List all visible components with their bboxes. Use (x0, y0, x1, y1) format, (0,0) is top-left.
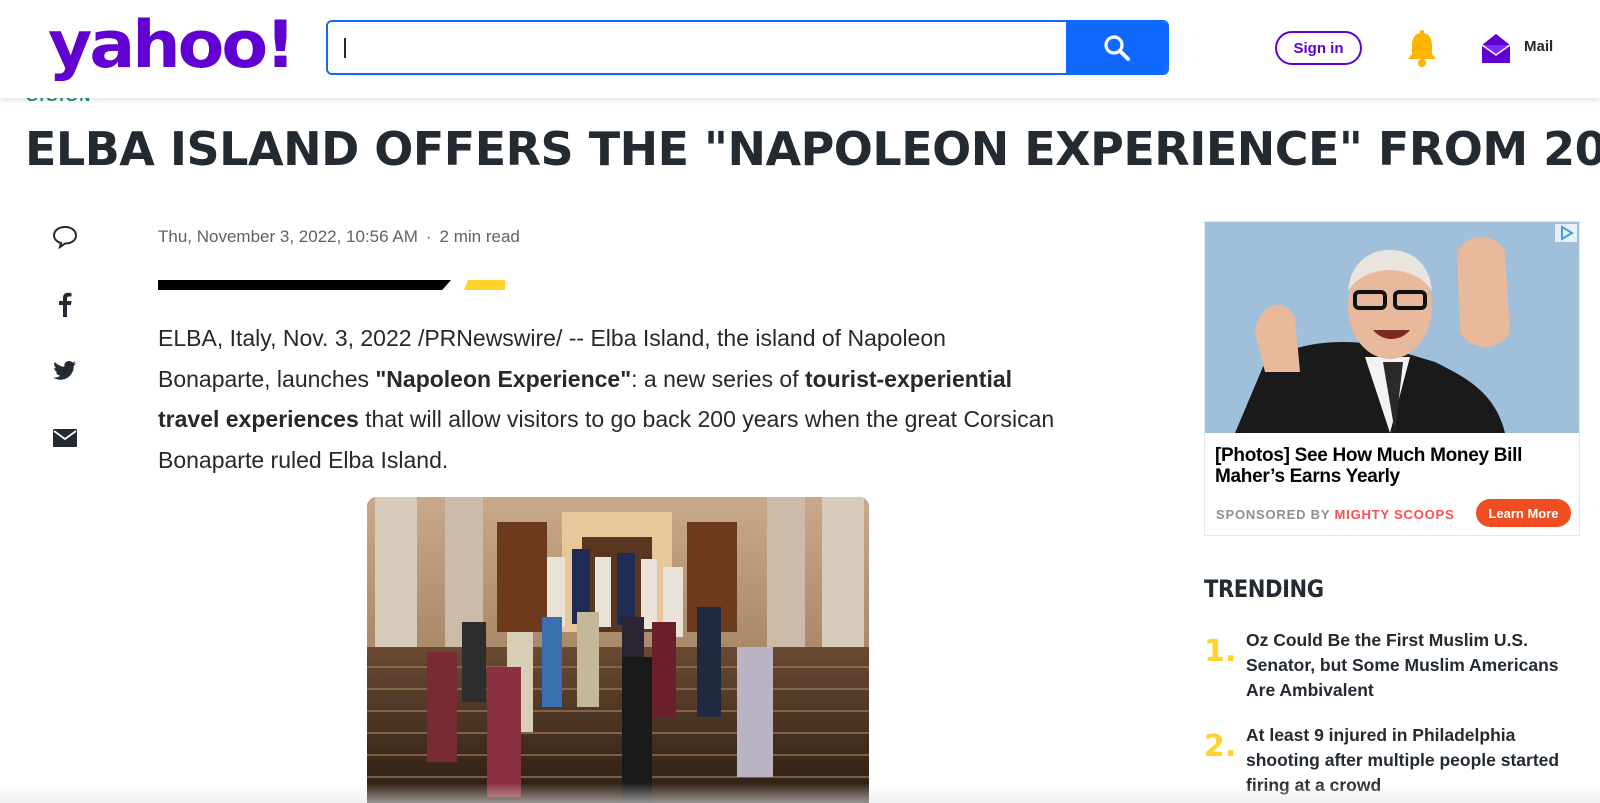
ad-image[interactable] (1205, 222, 1579, 433)
sponsored-by-label: SPONSORED BY (1216, 507, 1331, 522)
trending-link[interactable]: Oz Could Be the First Muslim U.S. Senato… (1246, 628, 1576, 703)
site-header: yahoo! Sign in Mail (0, 0, 1600, 98)
mail-link[interactable]: Mail (1524, 38, 1553, 55)
facebook-icon[interactable] (52, 291, 78, 317)
mail-icon[interactable] (1480, 31, 1512, 65)
read-time: 2 min read (439, 227, 520, 246)
sponsor-name[interactable]: MIGHTY SCOOPS (1335, 507, 1455, 522)
meta-separator: · (425, 227, 432, 246)
decorative-bar (158, 280, 451, 290)
search-icon (1103, 34, 1130, 61)
twitter-icon[interactable] (52, 358, 78, 384)
article-title: ELBA ISLAND OFFERS THE "NAPOLEON EXPERIE… (25, 122, 1600, 176)
email-icon[interactable] (52, 425, 78, 451)
ad-sponsor-line: SPONSORED BY MIGHTY SCOOPS (1216, 507, 1455, 522)
decorative-accent (464, 280, 505, 290)
bold-phrase: "Napoleon Experience" (375, 365, 632, 392)
article-meta: Thu, November 3, 2022, 10:56 AM · 2 min re… (158, 227, 520, 247)
yahoo-logo[interactable]: yahoo! (48, 13, 296, 78)
comment-icon[interactable] (52, 224, 78, 250)
search-box (326, 20, 1169, 75)
publish-date: Thu, November 3, 2022, 10:56 AM (158, 227, 418, 246)
article-paragraph: ELBA, Italy, Nov. 3, 2022 /PRNewswire/ -… (158, 325, 1055, 473)
article-photo[interactable] (367, 497, 869, 803)
text-caret (344, 38, 346, 58)
learn-more-button[interactable]: Learn More (1476, 499, 1571, 527)
trending-heading: TRENDING (1204, 575, 1324, 603)
ad-headline[interactable]: [Photos] See How Much Money Bill Maher’s… (1215, 445, 1565, 487)
search-input[interactable] (328, 22, 1068, 73)
search-button[interactable] (1066, 22, 1167, 73)
scroll-fade (0, 783, 1600, 803)
sign-in-button[interactable]: Sign in (1275, 31, 1362, 65)
sponsored-ad[interactable]: [Photos] See How Much Money Bill Maher’s… (1204, 221, 1580, 536)
trending-rank: 1. (1204, 634, 1237, 669)
notification-bell-icon[interactable] (1405, 30, 1439, 68)
adchoices-icon[interactable] (1555, 224, 1577, 242)
trending-rank: 2. (1204, 729, 1237, 764)
